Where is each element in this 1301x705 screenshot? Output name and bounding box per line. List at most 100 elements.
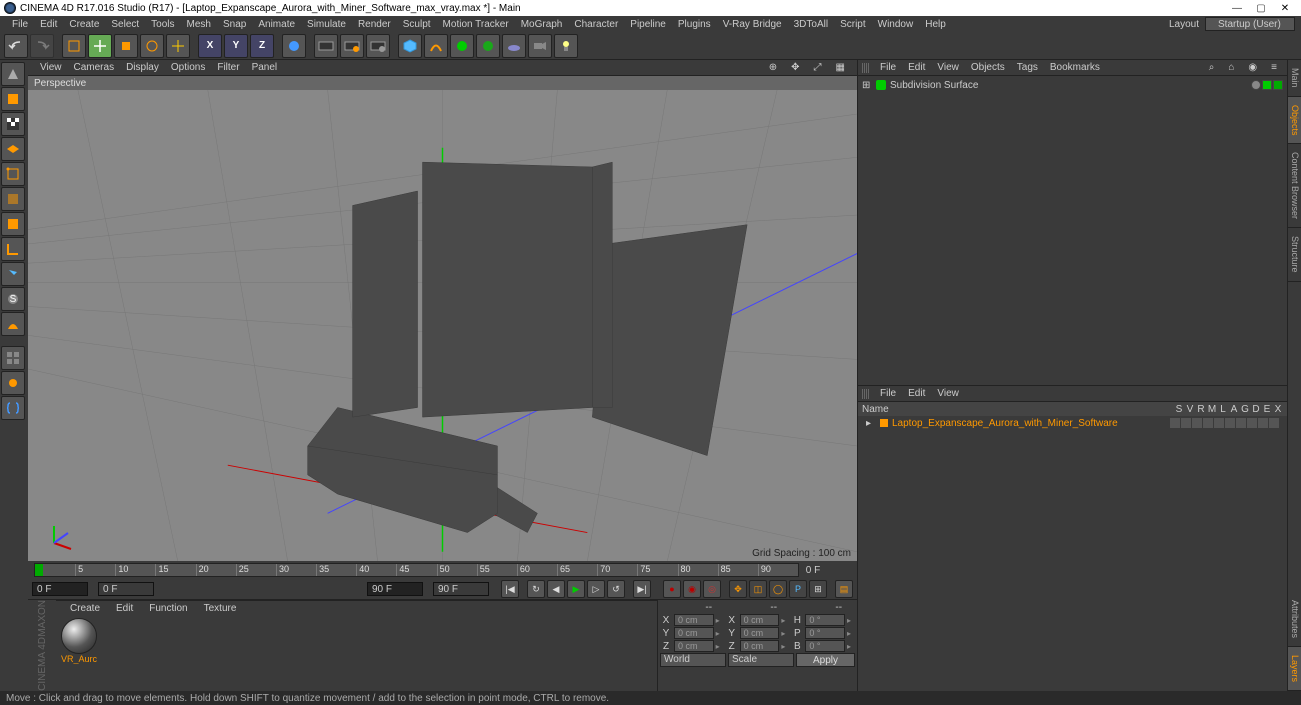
- live-select-button[interactable]: [62, 34, 86, 58]
- script-button[interactable]: [1, 396, 25, 420]
- viewport-solo-button[interactable]: [1, 346, 25, 370]
- scale-button[interactable]: [114, 34, 138, 58]
- tab-content-browser[interactable]: Content Browser: [1288, 144, 1301, 228]
- rotate-button[interactable]: [140, 34, 164, 58]
- make-editable-button[interactable]: [1, 62, 25, 86]
- layer-name[interactable]: Laptop_Expanscape_Aurora_with_Miner_Soft…: [892, 418, 1166, 429]
- material-manager[interactable]: VR_Aurc: [56, 616, 657, 672]
- key-options-button[interactable]: ▤: [835, 580, 853, 598]
- object-row[interactable]: ⊞ Subdivision Surface: [862, 78, 1283, 92]
- close-button[interactable]: ✕: [1273, 1, 1297, 15]
- menu-tools[interactable]: Tools: [145, 19, 180, 30]
- check-tag-icon[interactable]: [1273, 80, 1283, 90]
- menu-edit[interactable]: Edit: [34, 19, 63, 30]
- timeline[interactable]: 05 1015 2025 3035 4045 5055 6065 7075 80…: [28, 561, 857, 579]
- om-menu-file[interactable]: File: [874, 62, 902, 73]
- menu-create[interactable]: Create: [63, 19, 105, 30]
- locked-button[interactable]: [1, 371, 25, 395]
- rot-p-field[interactable]: 0 °: [805, 627, 845, 639]
- layer-flag-icon[interactable]: [1236, 418, 1246, 428]
- layer-dot-icon[interactable]: [1251, 80, 1261, 90]
- current-frame-field[interactable]: 0 F: [98, 582, 154, 596]
- play-button[interactable]: ▶: [567, 580, 585, 598]
- menu-plugins[interactable]: Plugins: [672, 19, 717, 30]
- key-pla-button[interactable]: ⊞: [809, 580, 827, 598]
- vp-menu-panel[interactable]: Panel: [246, 62, 284, 73]
- polygons-mode-button[interactable]: [1, 212, 25, 236]
- menu-simulate[interactable]: Simulate: [301, 19, 352, 30]
- coord-system-button[interactable]: [282, 34, 306, 58]
- texture-mode-button[interactable]: [1, 112, 25, 136]
- next-frame-button[interactable]: ▷: [587, 580, 605, 598]
- vis-tag-icon[interactable]: [1262, 80, 1272, 90]
- keyframe-sel-button[interactable]: ◎: [703, 580, 721, 598]
- tab-structure[interactable]: Structure: [1288, 228, 1301, 282]
- scale-y-field[interactable]: 0 cm: [740, 627, 780, 639]
- add-deformer-button[interactable]: [476, 34, 500, 58]
- key-scale-button[interactable]: ◫: [749, 580, 767, 598]
- render-settings-button[interactable]: [366, 34, 390, 58]
- menu-animate[interactable]: Animate: [252, 19, 301, 30]
- mat-menu-edit[interactable]: Edit: [108, 603, 141, 614]
- add-environment-button[interactable]: [502, 34, 526, 58]
- range-end-field[interactable]: 90 F: [367, 582, 423, 596]
- minimize-button[interactable]: —: [1225, 1, 1249, 15]
- layer-flag-icon[interactable]: [1247, 418, 1257, 428]
- mat-menu-function[interactable]: Function: [141, 603, 195, 614]
- layer-flag-icon[interactable]: [1203, 418, 1213, 428]
- expand-icon[interactable]: ▸: [866, 418, 876, 429]
- expand-icon[interactable]: ⊞: [862, 80, 872, 91]
- coord-scale-dropdown[interactable]: Scale: [728, 653, 794, 667]
- add-spline-button[interactable]: [424, 34, 448, 58]
- layer-flag-icon[interactable]: [1192, 418, 1202, 428]
- layer-flag-icon[interactable]: [1181, 418, 1191, 428]
- tab-layers[interactable]: Layers: [1288, 647, 1301, 691]
- layer-flag-icon[interactable]: [1225, 418, 1235, 428]
- pos-x-field[interactable]: 0 cm: [674, 614, 714, 626]
- menu-sculpt[interactable]: Sculpt: [397, 19, 437, 30]
- object-name[interactable]: Subdivision Surface: [890, 80, 1247, 91]
- snap-button[interactable]: S: [1, 287, 25, 311]
- menu-render[interactable]: Render: [352, 19, 397, 30]
- om-menu-view[interactable]: View: [931, 62, 965, 73]
- attr-menu-edit[interactable]: Edit: [902, 388, 931, 399]
- material-slot[interactable]: VR_Aurc: [58, 618, 100, 670]
- menu-vray-bridge[interactable]: V-Ray Bridge: [717, 19, 788, 30]
- menu-motion-tracker[interactable]: Motion Tracker: [437, 19, 515, 30]
- menu-help[interactable]: Help: [919, 19, 952, 30]
- vp-zoom-icon[interactable]: ⤢: [808, 62, 828, 73]
- viewport[interactable]: Grid Spacing : 100 cm: [28, 90, 857, 561]
- list-icon[interactable]: ≡: [1265, 62, 1283, 73]
- vp-menu-filter[interactable]: Filter: [211, 62, 245, 73]
- menu-select[interactable]: Select: [105, 19, 145, 30]
- scale-x-field[interactable]: 0 cm: [740, 614, 780, 626]
- axis-gizmo[interactable]: [46, 521, 76, 551]
- menu-3dtoall[interactable]: 3DToAll: [788, 19, 834, 30]
- layer-flag-icon[interactable]: [1258, 418, 1268, 428]
- key-rot-button[interactable]: ◯: [769, 580, 787, 598]
- undo-button[interactable]: [4, 34, 28, 58]
- menu-script[interactable]: Script: [834, 19, 872, 30]
- pos-y-field[interactable]: 0 cm: [674, 627, 714, 639]
- render-view-button[interactable]: [314, 34, 338, 58]
- eye-icon[interactable]: ◉: [1242, 62, 1263, 73]
- add-light-button[interactable]: [554, 34, 578, 58]
- move-button[interactable]: [88, 34, 112, 58]
- om-menu-objects[interactable]: Objects: [965, 62, 1011, 73]
- add-primitive-button[interactable]: [398, 34, 422, 58]
- menu-snap[interactable]: Snap: [217, 19, 252, 30]
- loop-button[interactable]: ↻: [527, 580, 545, 598]
- layer-color-icon[interactable]: [880, 419, 888, 427]
- scale-z-field[interactable]: 0 cm: [740, 640, 780, 652]
- vp-toggle-icon[interactable]: ▦: [830, 62, 851, 73]
- menu-window[interactable]: Window: [872, 19, 920, 30]
- home-icon[interactable]: ⌂: [1222, 62, 1240, 73]
- vp-pan-icon[interactable]: ✥: [785, 62, 805, 73]
- mat-menu-create[interactable]: Create: [62, 603, 108, 614]
- edges-mode-button[interactable]: [1, 187, 25, 211]
- add-camera-button[interactable]: [528, 34, 552, 58]
- coord-space-dropdown[interactable]: World: [660, 653, 726, 667]
- project-length-field[interactable]: 90 F: [433, 582, 489, 596]
- recent-tool-button[interactable]: [166, 34, 190, 58]
- menu-character[interactable]: Character: [568, 19, 624, 30]
